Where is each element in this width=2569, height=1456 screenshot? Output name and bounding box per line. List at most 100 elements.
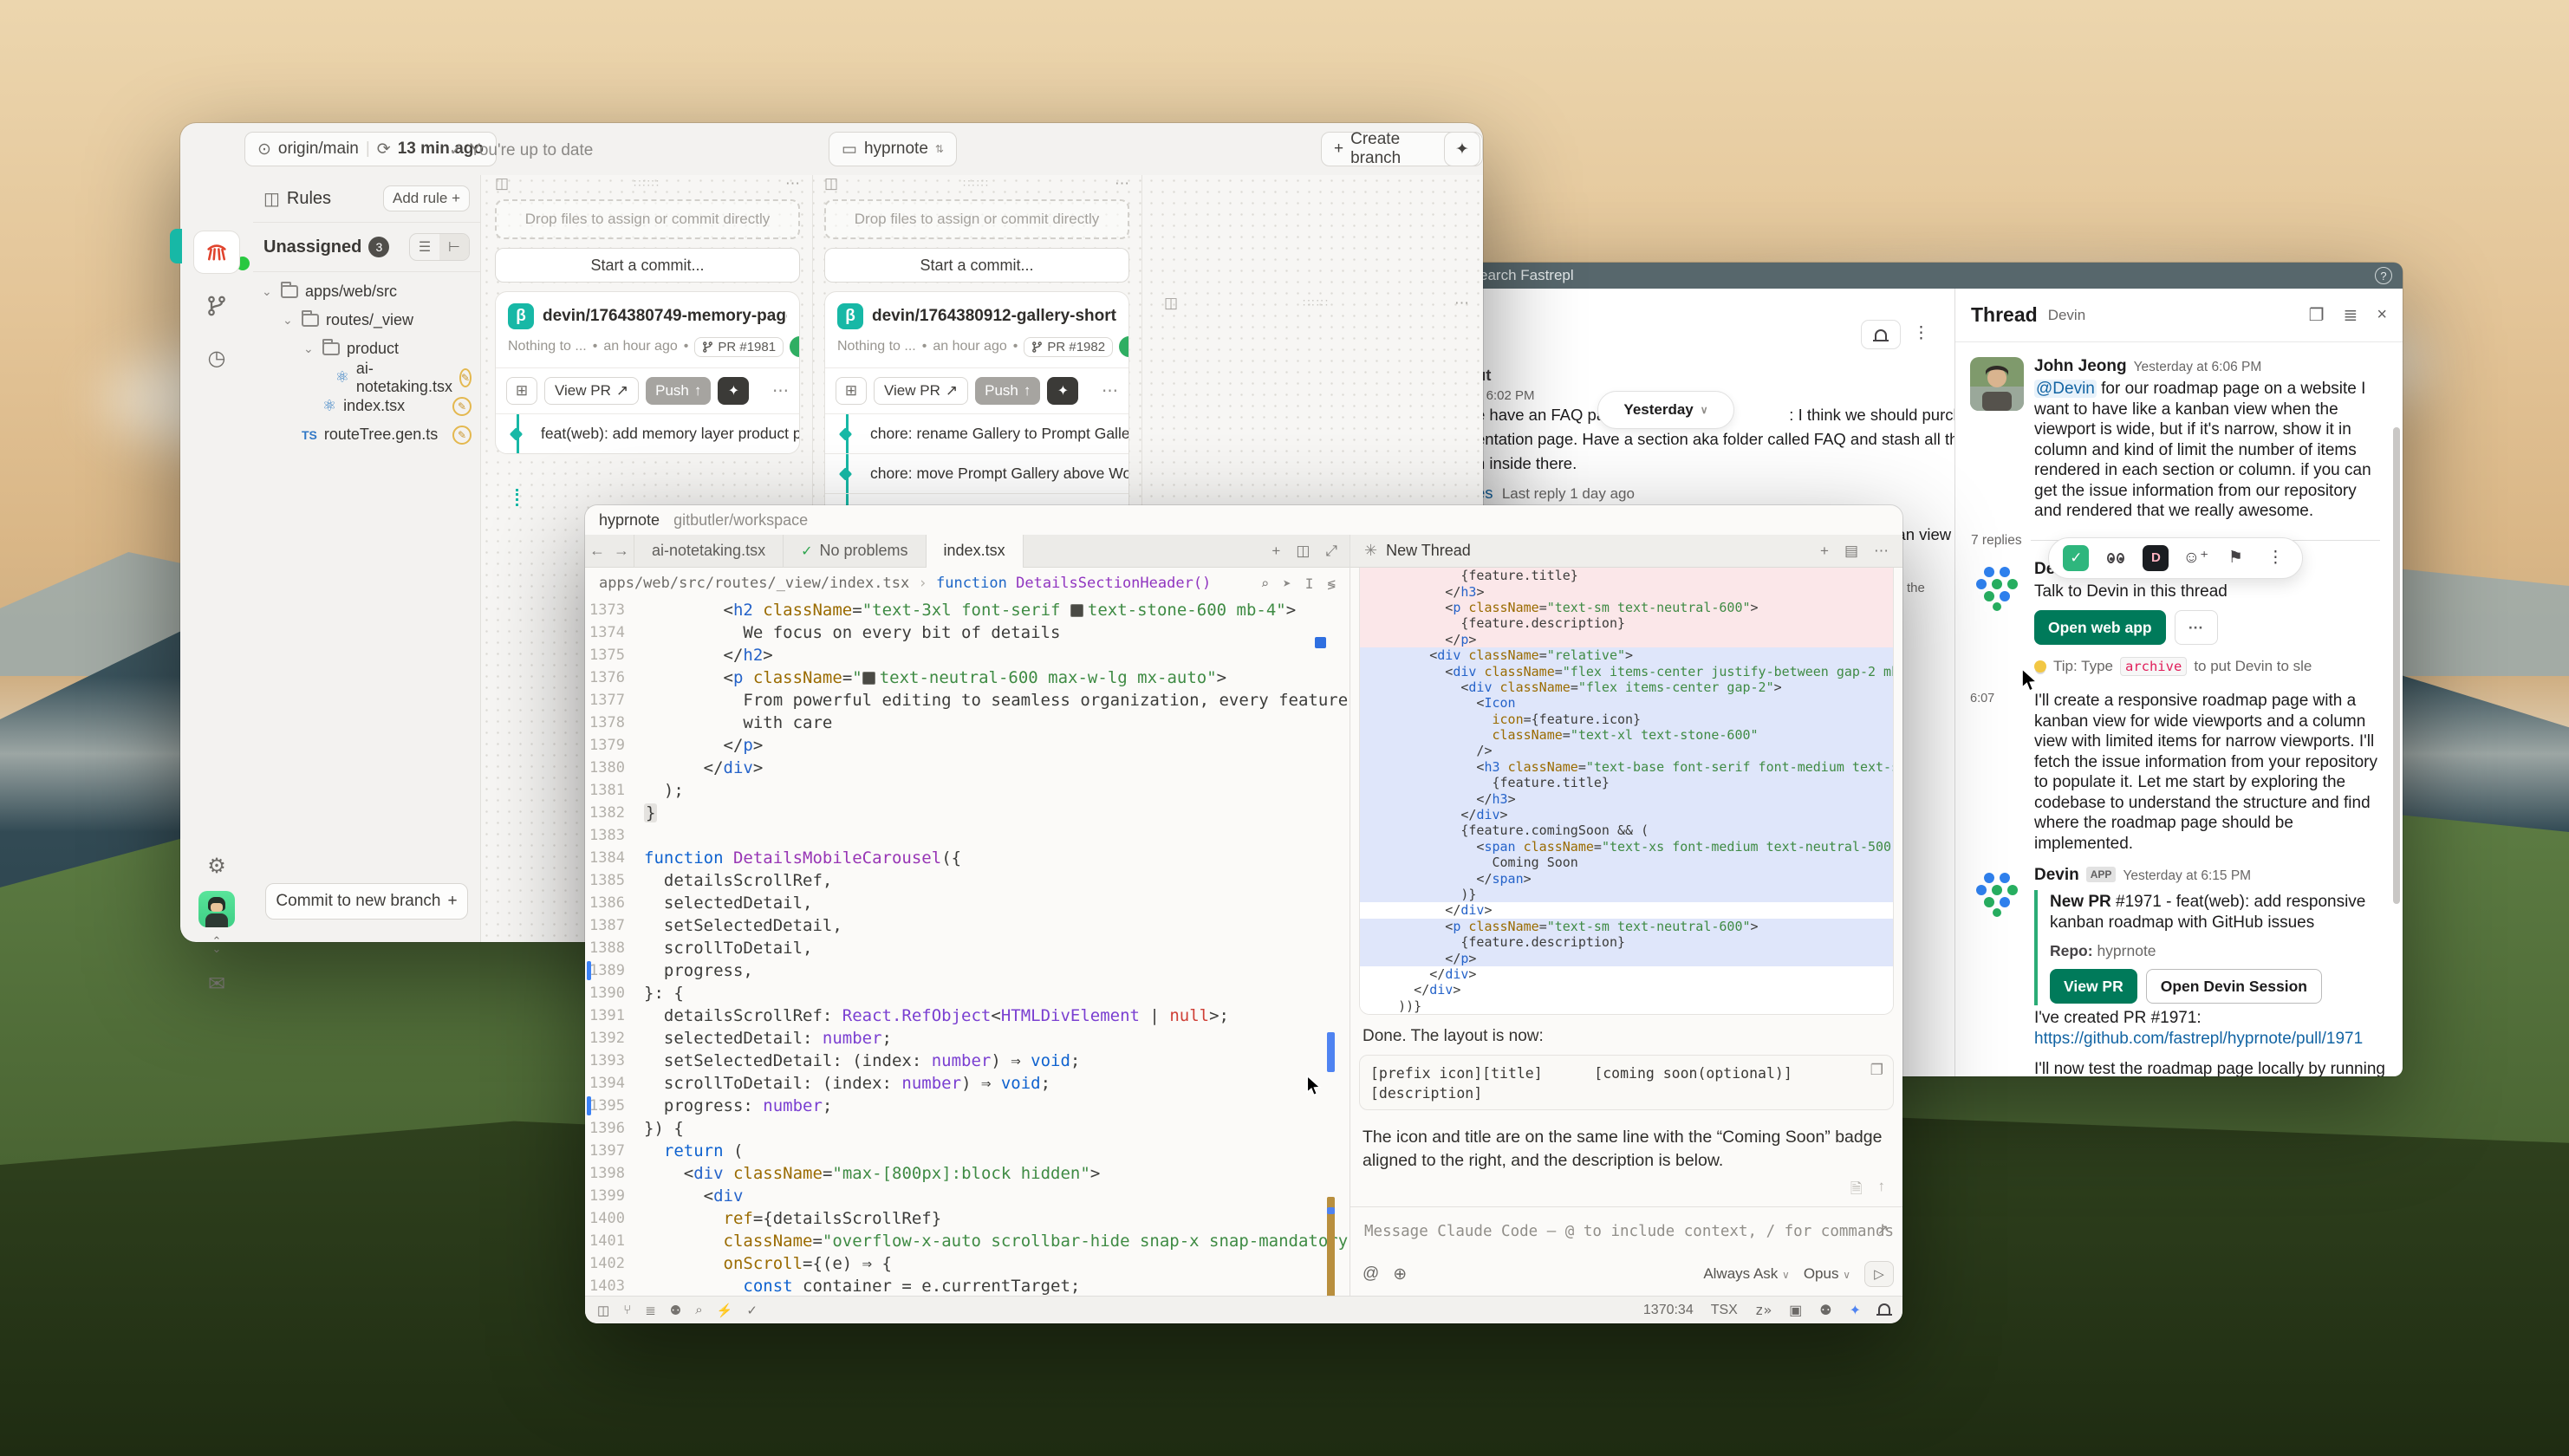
project-switcher[interactable]: ▭hyprnote⇅ bbox=[829, 132, 957, 166]
permission-mode-select[interactable]: Always Ask ∨ bbox=[1703, 1265, 1790, 1283]
more-options-icon[interactable]: ⋮ bbox=[1913, 323, 1929, 343]
replies-count[interactable]: 7 replies bbox=[1971, 533, 2022, 549]
view-pr-button[interactable]: View PR↗ bbox=[874, 377, 968, 405]
message-hover-toolbar[interactable]: ✓ D ☺⁺ ⚑ ⋮ bbox=[2048, 537, 2303, 579]
collapse-expand-toggle[interactable]: ⌃⌄ bbox=[193, 933, 240, 957]
editor-scrollbar[interactable] bbox=[1327, 599, 1335, 1296]
lane-collapse-icon[interactable]: ◫ bbox=[824, 175, 838, 192]
thread-scrollbar[interactable] bbox=[2393, 427, 2400, 904]
tree-file-row[interactable]: ⚛ai-notetaking.tsx✎ bbox=[253, 363, 480, 392]
add-rule-button[interactable]: Add rule + bbox=[383, 185, 470, 211]
more-actions-icon[interactable]: ⋮ bbox=[2262, 545, 2288, 571]
start-commit-button[interactable]: Start a commit... bbox=[495, 248, 800, 283]
branches-nav-button[interactable] bbox=[193, 284, 240, 328]
ai-commit-button[interactable]: ✦ bbox=[718, 377, 749, 405]
lane-menu-icon[interactable]: ⋯ bbox=[1454, 295, 1469, 312]
diagnostics-ok-icon[interactable]: ✓ bbox=[746, 1303, 758, 1318]
more-options-icon[interactable]: ⋯ bbox=[772, 381, 789, 401]
lane-menu-icon[interactable]: ⋯ bbox=[785, 175, 800, 192]
more-options-icon[interactable]: ⋯ bbox=[1102, 381, 1118, 401]
search-icon[interactable]: ⌕ bbox=[695, 1303, 702, 1318]
quick-action-icon[interactable]: ⚡ bbox=[717, 1303, 733, 1318]
notifications-button[interactable] bbox=[1861, 320, 1901, 349]
assign-button[interactable]: ⊞ bbox=[836, 377, 867, 405]
scroll-up-icon[interactable]: ↑ bbox=[1878, 1178, 1886, 1203]
account-button[interactable] bbox=[193, 887, 240, 931]
push-button[interactable]: Push↑ bbox=[646, 377, 711, 405]
language-mode[interactable]: TSX bbox=[1711, 1303, 1738, 1318]
tree-folder-row[interactable]: ⌄routes/_view bbox=[253, 306, 480, 335]
devin-reaction[interactable]: D bbox=[2143, 545, 2169, 571]
history-list-icon[interactable]: ▤ bbox=[1844, 543, 1858, 560]
assign-button[interactable]: ⊞ bbox=[506, 377, 537, 405]
git-branch-icon[interactable]: ⑂ bbox=[623, 1303, 631, 1318]
select-icon[interactable]: ➤ bbox=[1283, 575, 1291, 592]
code-editor[interactable]: 1373 <h2 className="text-3xl font-serif … bbox=[585, 599, 1350, 1296]
tree-view-icon[interactable]: ⊢ bbox=[439, 234, 469, 260]
agent-menu-icon[interactable]: ⋯ bbox=[1874, 543, 1889, 560]
date-divider-pill[interactable]: Yesterday∨ bbox=[1597, 391, 1734, 429]
drop-files-zone[interactable]: Drop files to assign or commit directly bbox=[495, 199, 800, 239]
view-toggle[interactable]: ☰⊢ bbox=[409, 233, 470, 261]
maximize-pane-icon[interactable]: ⤢ bbox=[1325, 543, 1337, 560]
bookmark-icon[interactable]: ⚑ bbox=[2222, 545, 2248, 571]
view-pr-button[interactable]: View PR bbox=[2050, 969, 2137, 1004]
ci-status-badge[interactable]: ✓Passed bbox=[790, 336, 800, 357]
editor-titlebar[interactable]: hyprnote gitbutler/workspace bbox=[585, 505, 1902, 535]
terminal-icon[interactable]: ▣ bbox=[1789, 1302, 1802, 1319]
new-tab-icon[interactable]: + bbox=[1271, 543, 1280, 560]
pr-link-pill[interactable]: PR #1982 bbox=[1024, 337, 1113, 357]
more-actions-button[interactable]: ··· bbox=[2175, 610, 2218, 645]
tree-folder-row[interactable]: ⌄apps/web/src bbox=[253, 277, 480, 306]
check-reaction[interactable]: ✓ bbox=[2063, 545, 2089, 571]
branch-card[interactable]: βdevin/1764380749-memory-pageNothing to … bbox=[495, 291, 800, 454]
diff-card[interactable]: {feature.title} </h3> <p className="text… bbox=[1359, 568, 1894, 1015]
branch-card[interactable]: βdevin/1764380912-gallery-shortcutsNothi… bbox=[824, 291, 1129, 534]
message-author[interactable]: John Jeong bbox=[2034, 357, 2127, 375]
close-icon[interactable]: × bbox=[2377, 305, 2387, 325]
collab-icon[interactable]: ⚉ bbox=[670, 1303, 681, 1318]
drag-handle-icon[interactable]: ∷∷∷ bbox=[509, 177, 785, 191]
thread-options-icon[interactable]: ≣ bbox=[2344, 304, 2358, 326]
code-actions-icon[interactable]: ≶ bbox=[1327, 575, 1336, 592]
list-view-icon[interactable]: ☰ bbox=[410, 234, 439, 260]
github-pr-link[interactable]: https://github.com/fastrepl/hyprnote/pul… bbox=[2034, 1029, 2387, 1050]
diagnostics-icon[interactable]: ⚉ bbox=[1819, 1302, 1831, 1319]
forward-icon[interactable]: → bbox=[609, 542, 634, 560]
insert-mode-icon[interactable]: I bbox=[1305, 575, 1314, 592]
settings-button[interactable]: ⚙ bbox=[193, 844, 240, 887]
search-icon[interactable]: ⌕ bbox=[1260, 575, 1269, 592]
tab-no-problems[interactable]: ✓No problems bbox=[784, 535, 926, 568]
add-context-icon[interactable]: ⊕ bbox=[1393, 1264, 1407, 1284]
ci-status-badge[interactable]: ✓Passed bbox=[1119, 336, 1129, 357]
pr-link-pill[interactable]: PR #1981 bbox=[694, 337, 784, 357]
cursor-position[interactable]: 1370:34 bbox=[1643, 1303, 1694, 1318]
start-commit-button[interactable]: Start a commit... bbox=[824, 248, 1129, 283]
eyes-reaction[interactable] bbox=[2103, 545, 2129, 571]
commit-row[interactable]: chore: rename Gallery to Prompt Gallery … bbox=[825, 413, 1128, 453]
copy-icon[interactable]: ❐ bbox=[1870, 1062, 1883, 1079]
split-pane-icon[interactable]: ◫ bbox=[1296, 543, 1310, 560]
drag-handle-icon[interactable]: ∷∷∷ bbox=[838, 177, 1115, 191]
feedback-button[interactable]: ✉ bbox=[193, 962, 240, 1005]
thread-replies-link[interactable]: es Last reply 1 day ago bbox=[1476, 481, 1635, 505]
assistant-sparkle-icon[interactable]: ✦ bbox=[1850, 1302, 1861, 1319]
push-button[interactable]: Push↑ bbox=[975, 377, 1040, 405]
lane-menu-icon[interactable]: ⋯ bbox=[1115, 175, 1129, 192]
message-author[interactable]: Devin bbox=[2034, 866, 2079, 884]
archive-command-chip[interactable]: archive bbox=[2120, 657, 2187, 676]
history-nav-button[interactable]: ◷ bbox=[193, 336, 240, 380]
outline-icon[interactable]: ≣ bbox=[645, 1303, 656, 1318]
lane-collapse-icon[interactable]: ◫ bbox=[495, 175, 509, 192]
notification-bell-icon[interactable] bbox=[1878, 1303, 1890, 1318]
tree-file-row[interactable]: TSrouteTree.gen.ts✎ bbox=[253, 420, 480, 449]
zed-language-server-icon[interactable]: z» bbox=[1755, 1302, 1772, 1318]
open-devin-session-button[interactable]: Open Devin Session bbox=[2146, 969, 2322, 1004]
markdown-file-icon[interactable]: 🗎 bbox=[1850, 1178, 1863, 1203]
tree-file-row[interactable]: ⚛index.tsx✎ bbox=[253, 392, 480, 420]
expand-input-icon[interactable]: ↗ bbox=[1877, 1221, 1889, 1238]
open-in-window-icon[interactable]: ❐ bbox=[2309, 304, 2325, 326]
drop-files-zone[interactable]: Drop files to assign or commit directly bbox=[824, 199, 1129, 239]
lane-collapse-icon[interactable]: ◫ bbox=[1164, 295, 1178, 312]
add-reaction-icon[interactable]: ☺⁺ bbox=[2182, 545, 2208, 571]
